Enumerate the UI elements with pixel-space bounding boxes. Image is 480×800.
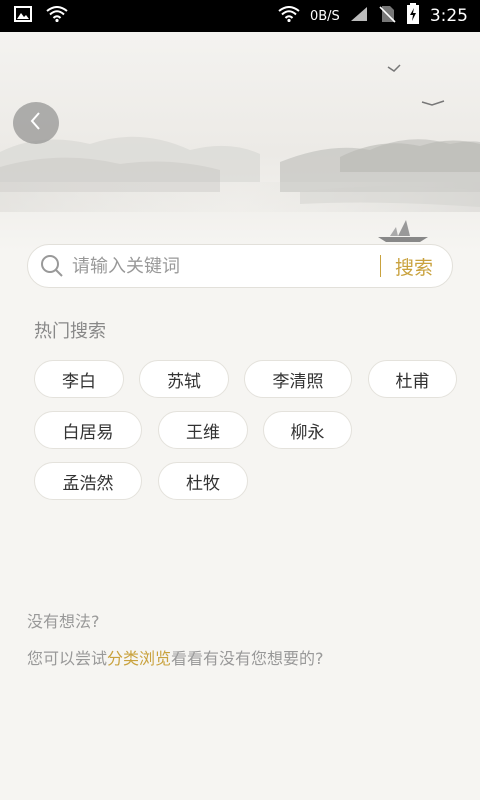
hot-search-tag[interactable]: 杜牧 <box>158 462 248 500</box>
chevron-left-icon <box>29 111 43 135</box>
wifi-icon <box>46 6 68 26</box>
search-icon <box>40 254 64 278</box>
search-divider <box>380 255 381 277</box>
landscape-banner <box>0 32 480 252</box>
hot-search-tag[interactable]: 李清照 <box>244 360 352 398</box>
hot-search-tag[interactable]: 白居易 <box>34 411 142 449</box>
hot-search-tag[interactable]: 柳永 <box>263 411 352 449</box>
wifi-icon <box>278 6 300 26</box>
hot-search-title: 热门搜索 <box>34 321 106 342</box>
image-icon <box>14 6 32 26</box>
status-time: 3:25 <box>429 6 468 26</box>
suggestion-prefix: 您可以尝试 <box>27 649 108 668</box>
suggestion-line: 您可以尝试分类浏览看看有没有您想要的? <box>27 645 324 669</box>
hot-search-tag[interactable]: 王维 <box>158 411 248 449</box>
landscape-illustration <box>0 32 480 252</box>
network-speed: 0B/S <box>309 8 340 24</box>
hot-search-tag[interactable]: 杜甫 <box>368 360 457 398</box>
back-button[interactable] <box>13 102 59 144</box>
status-bar: 0B/S 3:25 <box>0 0 480 32</box>
no-sim-icon <box>378 5 396 27</box>
signal-icon <box>350 6 368 26</box>
category-browse-link[interactable]: 分类浏览 <box>107 649 171 668</box>
hot-search-tag[interactable]: 孟浩然 <box>34 462 142 500</box>
search-button[interactable]: 搜索 <box>395 253 433 280</box>
battery-charging-icon <box>406 3 420 29</box>
hot-search-tag[interactable]: 李白 <box>34 360 124 398</box>
search-input[interactable] <box>72 251 372 281</box>
no-idea-title: 没有想法? <box>27 612 100 631</box>
search-bar: 搜索 <box>27 244 453 288</box>
hot-search-tag[interactable]: 苏轼 <box>139 360 229 398</box>
suggestion-suffix: 看看有没有您想要的? <box>171 649 324 668</box>
